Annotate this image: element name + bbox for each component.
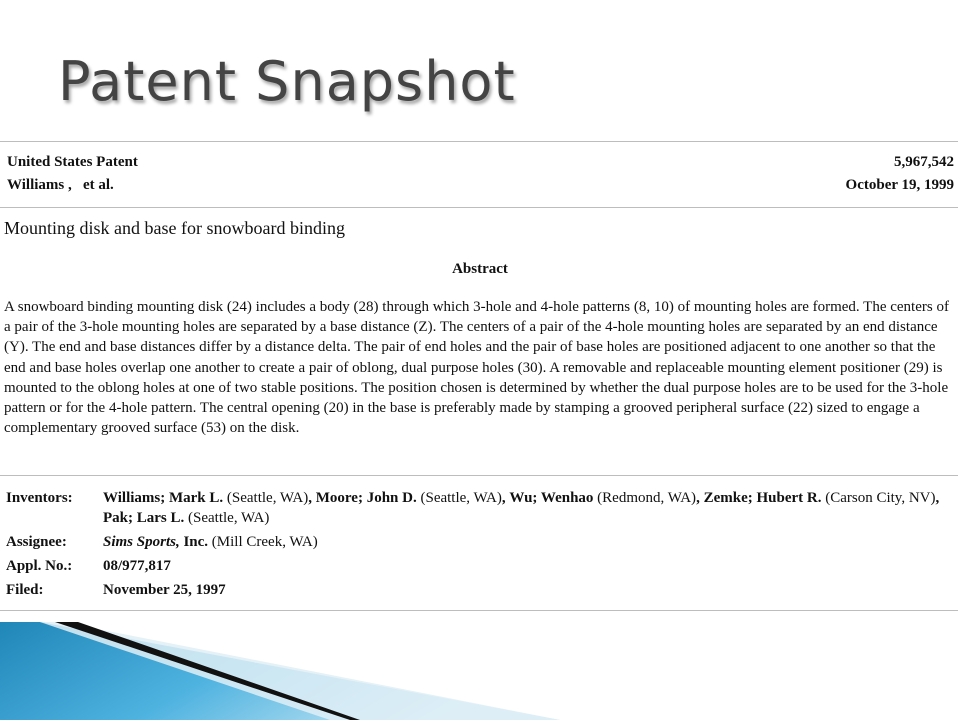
patent-details-table: Inventors: Williams; Mark L. (Seattle, W… <box>3 487 948 603</box>
slide-corner-decoration <box>0 622 560 720</box>
abstract-text: A snowboard binding mounting disk (24) i… <box>4 299 949 437</box>
patent-office: United States Patent <box>7 154 138 170</box>
inventor-name: Moore; John D. <box>315 490 417 506</box>
filed-row: Filed: November 25, 1997 <box>3 579 948 603</box>
assignee-row: Assignee: Sims Sports, Inc. (Mill Creek,… <box>3 531 948 555</box>
inventor-location: (Carson City, NV) <box>825 490 936 506</box>
patent-author: Williams , et al. <box>7 177 114 193</box>
inventor-name: Pak; Lars L. <box>103 510 185 526</box>
filed-value: November 25, 1997 <box>103 582 226 598</box>
inventors-label: Inventors: <box>6 490 73 506</box>
inventor-location: (Seattle, WA) <box>188 510 270 526</box>
filed-label: Filed: <box>6 582 44 598</box>
assignee-suffix: Inc. <box>183 534 209 550</box>
assignee-label: Assignee: <box>6 534 67 550</box>
assignee-value: Sims Sports, Inc. (Mill Creek, WA) <box>100 531 948 555</box>
inventor-name: Wu; Wenhao <box>509 490 594 506</box>
inventor-name: Williams; Mark L. <box>103 490 224 506</box>
header-divider <box>0 207 958 208</box>
patent-title: Mounting disk and base for snowboard bin… <box>4 218 345 238</box>
appl-no-value: 08/977,817 <box>103 558 171 574</box>
appl-no-label: Appl. No.: <box>6 558 73 574</box>
inventor-location: (Seattle, WA) <box>420 490 502 506</box>
inventor-name: Zemke; Hubert R. <box>703 490 822 506</box>
inventor-location: (Seattle, WA) <box>226 490 309 506</box>
slide-title: Patent Snapshot <box>58 50 516 113</box>
patent-date: October 19, 1999 <box>845 177 954 193</box>
abstract-heading: Abstract <box>452 261 508 277</box>
top-divider <box>0 141 958 142</box>
patent-number: 5,967,542 <box>894 154 954 170</box>
abstract-divider <box>0 475 958 476</box>
assignee-location: (Mill Creek, WA) <box>211 534 318 550</box>
inventors-list: Williams; Mark L. (Seattle, WA), Moore; … <box>103 490 940 526</box>
inventors-row: Inventors: Williams; Mark L. (Seattle, W… <box>3 487 948 531</box>
inventor-location: (Redmond, WA) <box>597 490 697 506</box>
bottom-divider <box>0 610 958 611</box>
appl-no-row: Appl. No.: 08/977,817 <box>3 555 948 579</box>
assignee-name: Sims Sports, <box>103 534 180 550</box>
